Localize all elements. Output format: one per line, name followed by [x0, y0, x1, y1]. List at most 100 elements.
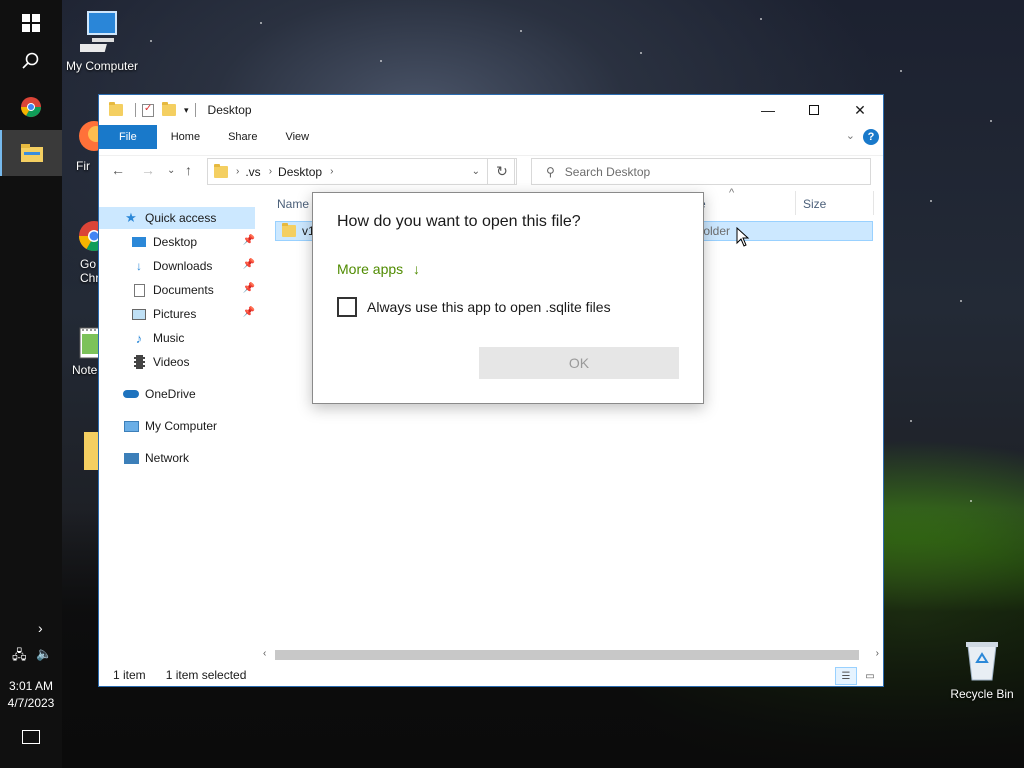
file-explorer-icon [21, 144, 43, 162]
video-film-icon [131, 355, 147, 369]
more-apps-link[interactable]: More apps ↓ [337, 261, 420, 277]
pin-icon[interactable]: 📌 [243, 283, 255, 294]
breadcrumb-separator-icon[interactable]: › [269, 166, 272, 177]
always-use-app-checkbox[interactable] [337, 297, 357, 317]
properties-icon[interactable]: ✓ [142, 103, 154, 117]
pin-icon[interactable]: 📌 [243, 259, 255, 270]
column-separator[interactable] [795, 191, 796, 215]
tab-file[interactable]: File [99, 125, 157, 149]
checkbox-label: Always use this app to open .sqlite file… [367, 299, 611, 315]
minimize-button[interactable]: — [745, 95, 791, 125]
sidebar-item-network[interactable]: Network [123, 447, 255, 469]
open-with-dialog: How do you want to open this file? More … [312, 192, 704, 404]
sidebar-item-pictures[interactable]: Pictures 📌 [131, 303, 255, 325]
navigation-pane: ★ Quick access Desktop 📌 ↓ Downloads 📌 D… [99, 207, 259, 647]
details-view-icon: ☰ [841, 670, 851, 682]
ribbon-tabs: File Home Share View ⌄ ? [99, 125, 883, 149]
clock[interactable]: 3:01 AM 4/7/2023 [0, 678, 62, 712]
always-use-app-row[interactable]: Always use this app to open .sqlite file… [337, 297, 611, 317]
computer-icon [74, 11, 117, 52]
expand-ribbon-chevron-icon[interactable]: ⌄ [846, 129, 855, 142]
tab-share[interactable]: Share [214, 125, 271, 149]
desktop-icon-firefox[interactable]: Fir [62, 118, 109, 173]
sidebar-item-onedrive[interactable]: OneDrive [123, 383, 255, 405]
tab-view[interactable]: View [271, 125, 323, 149]
large-icons-view-icon: ▭ [865, 670, 875, 682]
pictures-icon [131, 307, 147, 321]
scroll-left-icon[interactable]: ‹ [263, 648, 266, 659]
network-icon [123, 451, 139, 465]
down-arrow-icon: ↓ [413, 261, 421, 277]
taskbar: › 🖧 🔈 3:01 AM 4/7/2023 [0, 0, 62, 768]
notifications-icon[interactable] [22, 730, 40, 744]
pin-icon[interactable]: 📌 [243, 235, 255, 246]
ok-button[interactable]: OK [479, 347, 679, 379]
minimize-icon: — [761, 102, 775, 118]
recent-locations-chevron-icon[interactable]: ⌄ [167, 165, 175, 176]
taskbar-search-button[interactable] [0, 38, 62, 84]
scroll-right-icon[interactable]: › [876, 648, 879, 659]
recycle-bin-icon [966, 642, 998, 681]
separator [135, 103, 136, 117]
desktop-icon-notepad[interactable]: Note [62, 326, 107, 377]
sort-up-chevron-icon: ^ [729, 187, 735, 199]
sidebar-item-label: Pictures [153, 307, 197, 321]
window-controls: — ✕ [745, 95, 883, 125]
horizontal-scrollbar[interactable]: ‹ › [259, 648, 883, 662]
taskbar-explorer-button[interactable] [0, 130, 62, 176]
breadcrumb-separator-icon[interactable]: › [330, 166, 333, 177]
sidebar-item-documents[interactable]: Documents 📌 [131, 279, 255, 301]
tab-home[interactable]: Home [157, 125, 214, 149]
sidebar-item-quick-access[interactable]: ★ Quick access [99, 207, 255, 229]
sidebar-item-label: My Computer [145, 419, 218, 433]
search-input[interactable]: ⚲ Search Desktop [531, 158, 871, 185]
scrollbar-thumb[interactable] [275, 650, 859, 660]
sidebar-item-my-computer[interactable]: My Computer [123, 415, 255, 437]
up-arrow-icon[interactable]: ↑ [185, 162, 192, 178]
breadcrumb-desktop[interactable]: Desktop [278, 165, 322, 179]
breadcrumb-vs[interactable]: .vs [245, 165, 260, 179]
column-header-name[interactable]: Name [277, 197, 309, 211]
close-button[interactable]: ✕ [837, 95, 883, 125]
desktop-icon-google-chrome[interactable]: Go Chr [62, 218, 109, 285]
address-bar[interactable]: › .vs › Desktop › ⌄ [207, 158, 515, 185]
sidebar-item-downloads[interactable]: ↓ Downloads 📌 [131, 255, 255, 277]
star-icon: ★ [125, 210, 137, 225]
document-icon [131, 283, 147, 297]
selection-count: 1 item selected [165, 668, 247, 682]
separator [194, 103, 196, 117]
customize-toolbar-dropdown-icon[interactable]: ▾ [184, 105, 189, 116]
sidebar-item-label: Downloads [153, 259, 213, 273]
desktop-icon-label: Recycle Bin [950, 687, 1014, 701]
quick-access-toolbar: ✓ ▾ [109, 102, 202, 117]
close-icon: ✕ [854, 101, 866, 118]
breadcrumb-separator-icon[interactable]: › [236, 166, 239, 177]
details-view-button[interactable]: ☰ [835, 667, 857, 685]
search-icon: ⚲ [546, 164, 555, 179]
windows-logo-icon [22, 14, 40, 32]
sidebar-item-label: Network [145, 451, 190, 465]
network-icon[interactable]: 🖧 [12, 646, 27, 668]
sidebar-item-label: Quick access [145, 211, 217, 225]
forward-arrow-icon[interactable]: → [141, 162, 155, 178]
sidebar-item-label: OneDrive [145, 387, 196, 401]
title-bar: ✓ ▾ Desktop — ✕ [99, 95, 883, 125]
desktop-icon-my-computer[interactable]: My Computer [62, 10, 142, 73]
new-folder-icon[interactable] [162, 102, 176, 116]
address-dropdown-chevron-icon[interactable]: ⌄ [472, 166, 480, 177]
sidebar-item-videos[interactable]: Videos [131, 351, 255, 373]
sidebar-item-music[interactable]: ♪ Music [131, 327, 255, 349]
volume-icon[interactable]: 🔈 [36, 646, 52, 662]
back-arrow-icon[interactable]: ← [111, 162, 125, 178]
show-hidden-icons-chevron-icon[interactable]: › [38, 620, 43, 636]
help-icon[interactable]: ? [863, 129, 879, 145]
pin-icon[interactable]: 📌 [243, 307, 255, 318]
large-icons-view-button[interactable]: ▭ [859, 667, 881, 685]
desktop-icon-recycle-bin[interactable]: Recycle Bin [942, 638, 1022, 701]
refresh-button[interactable]: ↻ [487, 158, 517, 185]
column-header-size[interactable]: Size [803, 197, 826, 211]
maximize-button[interactable] [791, 95, 837, 125]
column-separator[interactable] [873, 191, 874, 215]
sidebar-item-desktop[interactable]: Desktop 📌 [131, 231, 255, 253]
taskbar-chrome-button[interactable] [0, 84, 62, 130]
